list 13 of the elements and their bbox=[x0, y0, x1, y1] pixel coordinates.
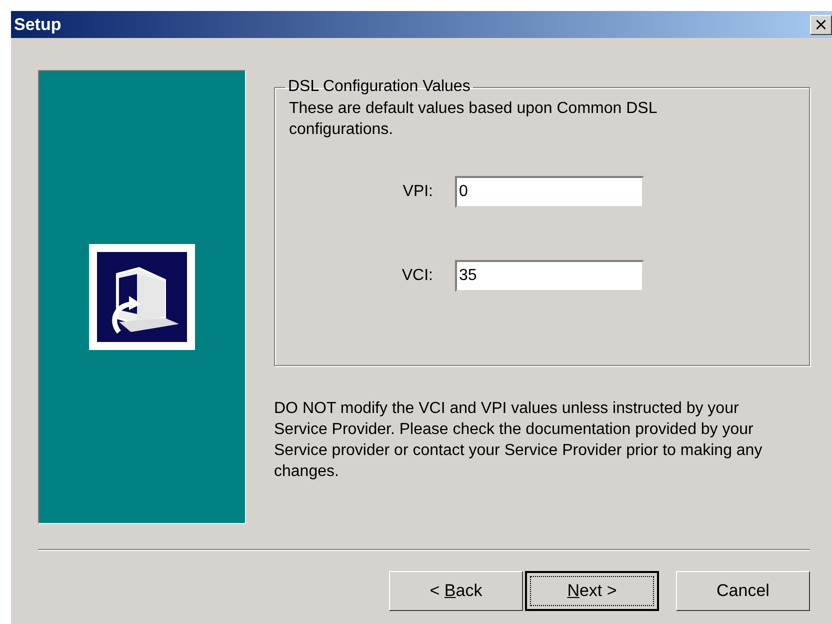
dialog-button[interactable]: < Back bbox=[389, 571, 523, 611]
description-text: These are default values based upon Common DSL configurations. bbox=[289, 99, 658, 140]
close-button[interactable]: × bbox=[810, 14, 832, 34]
dialog-button[interactable]: Cancel bbox=[676, 571, 810, 611]
group-title: DSL Configuration Values bbox=[287, 78, 472, 96]
field-label: VPI: bbox=[402, 183, 434, 201]
dialog-button[interactable]: Next > bbox=[525, 571, 659, 611]
input-field[interactable]: 35 bbox=[455, 260, 644, 292]
field-label: VCI: bbox=[400, 267, 434, 285]
window-title: Setup bbox=[14, 14, 62, 34]
input-field[interactable]: 0 bbox=[455, 176, 644, 208]
computer-icon bbox=[89, 244, 195, 350]
warning-text: DO NOT modify the VCI and VPI values unless instructed by your Service Provider. Please check the documentation provided by your Service provider or contact your Service Provider prior to making any changes. bbox=[274, 399, 764, 482]
